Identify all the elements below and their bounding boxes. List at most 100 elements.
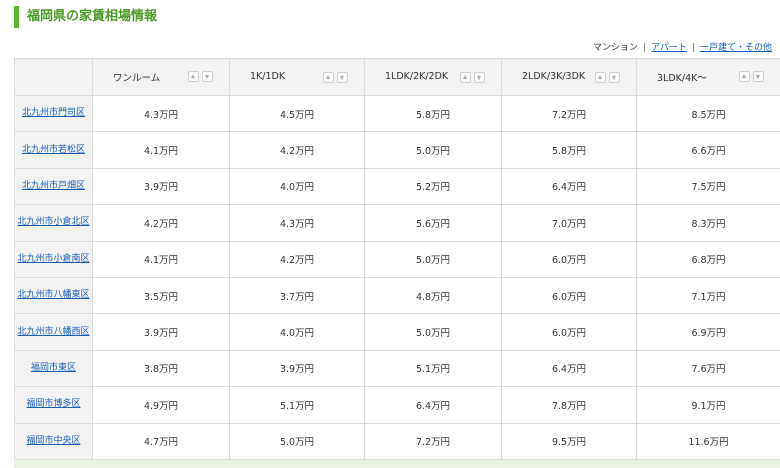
rent-value-cell: 6.4万円: [364, 386, 502, 424]
rent-value-cell: 4.1万円: [92, 131, 230, 169]
area-cell: 北九州市戸畑区: [14, 167, 93, 206]
table-row: 北九州市八幡西区 3.9万円 4.0万円 5.0万円 6.0万円 6.9万円: [14, 313, 780, 351]
rent-value-cell: 4.1万円: [92, 240, 230, 278]
area-link[interactable]: 北九州市戸畑区: [22, 181, 85, 191]
table-row: 福岡市博多区 4.9万円 5.1万円 6.4万円 7.8万円 9.1万円: [14, 386, 780, 424]
rent-value-cell: 4.2万円: [92, 204, 230, 242]
table-corner-cell: [14, 58, 93, 96]
rent-value-cell: 6.4万円: [501, 167, 637, 206]
area-link[interactable]: 北九州市小倉南区: [17, 254, 89, 264]
column-header-label: 1LDK/2K/2DK: [385, 71, 449, 82]
sort-controls: [592, 72, 620, 83]
sort-ascending-icon[interactable]: [460, 72, 471, 83]
rent-value-cell: 3.8万円: [92, 349, 230, 388]
rent-value-cell: 3.9万円: [92, 313, 230, 351]
rent-value-cell: 6.0万円: [501, 276, 637, 315]
rent-value-cell: 3.9万円: [229, 349, 365, 388]
rent-value-cell: 11.6万円: [636, 422, 780, 460]
area-cell: 北九州市若松区: [14, 131, 93, 169]
sort-controls: [457, 72, 485, 83]
rent-value-cell: 6.9万円: [636, 313, 780, 351]
rent-value-cell: 5.0万円: [364, 240, 502, 278]
rent-value-cell: 4.8万円: [364, 276, 502, 315]
rent-value-cell: 5.0万円: [364, 313, 502, 351]
sort-controls: [185, 71, 213, 82]
column-header-label: 1K/1DK: [250, 71, 286, 82]
rent-value-cell: 9.1万円: [636, 386, 780, 424]
rent-value-cell: 7.5万円: [636, 167, 780, 206]
column-header-label: 2LDK/3K/3DK: [522, 71, 586, 82]
table-row: 北九州市若松区 4.1万円 4.2万円 5.0万円 5.8万円 6.6万円: [14, 131, 780, 169]
area-cell: 北九州市門司区: [14, 94, 93, 133]
sort-ascending-icon[interactable]: [595, 72, 606, 83]
sort-ascending-icon[interactable]: [323, 72, 334, 83]
rent-value-cell: 9.5万円: [501, 422, 637, 460]
sort-descending-icon[interactable]: [202, 71, 213, 82]
rent-value-cell: 4.0万円: [229, 167, 365, 206]
rent-table: ワンルーム 1K/1DK 1LDK/2K/2DK 2LDK/3K/3DK 3LDK/4K…: [14, 58, 780, 460]
sort-descending-icon[interactable]: [474, 72, 485, 83]
sort-descending-icon[interactable]: [753, 71, 764, 82]
sort-ascending-icon[interactable]: [188, 71, 199, 82]
rent-value-cell: 3.9万円: [92, 167, 230, 206]
table-row: 北九州市小倉南区 4.1万円 4.2万円 5.0万円 6.0万円 6.8万円: [14, 240, 780, 278]
table-body: 北九州市門司区 4.3万円 4.5万円 5.8万円 7.2万円 8.5万円 北九州市若松区 4…: [14, 94, 780, 460]
rent-value-cell: 6.6万円: [636, 131, 780, 169]
column-header-label: ワンルーム: [113, 73, 161, 84]
area-link[interactable]: 福岡市中央区: [26, 436, 80, 446]
area-link[interactable]: 北九州市八幡西区: [17, 327, 89, 337]
rent-value-cell: 5.1万円: [229, 386, 365, 424]
rent-value-cell: 3.7万円: [229, 276, 365, 315]
type-house-other-link[interactable]: 一戸建て・その他: [700, 43, 772, 53]
rent-value-cell: 6.0万円: [501, 240, 637, 278]
nav-separator: |: [691, 43, 695, 53]
rent-value-cell: 7.2万円: [501, 94, 637, 133]
rent-value-cell: 7.6万円: [636, 349, 780, 388]
table-row: 北九州市門司区 4.3万円 4.5万円 5.8万円 7.2万円 8.5万円: [14, 94, 780, 133]
type-mansion-current: マンション: [593, 43, 639, 53]
area-cell: 北九州市小倉南区: [14, 240, 93, 278]
area-link[interactable]: 福岡市博多区: [26, 399, 80, 409]
column-header-label: 3LDK/4K〜: [657, 73, 707, 84]
column-header: 3LDK/4K〜: [636, 58, 780, 96]
rent-value-cell: 7.0万円: [501, 204, 637, 242]
rent-value-cell: 4.3万円: [229, 204, 365, 242]
sort-controls: [320, 72, 348, 83]
rent-value-cell: 6.8万円: [636, 240, 780, 278]
rent-value-cell: 4.9万円: [92, 386, 230, 424]
area-link[interactable]: 北九州市八幡東区: [17, 290, 89, 300]
area-cell: 福岡市博多区: [14, 386, 93, 424]
rent-value-cell: 3.5万円: [92, 276, 230, 315]
rent-value-cell: 5.0万円: [229, 422, 365, 460]
rent-value-cell: 6.0万円: [501, 313, 637, 351]
rent-value-cell: 4.7万円: [92, 422, 230, 460]
rent-value-cell: 7.1万円: [636, 276, 780, 315]
rent-value-cell: 5.8万円: [501, 131, 637, 169]
area-link[interactable]: 福岡市東区: [31, 363, 76, 373]
table-row: 福岡市中央区 4.7万円 5.0万円 7.2万円 9.5万円 11.6万円: [14, 422, 780, 460]
area-link[interactable]: 北九州市若松区: [22, 145, 85, 155]
column-header: 2LDK/3K/3DK: [501, 58, 637, 96]
table-row: 福岡市東区 3.8万円 3.9万円 5.1万円 6.4万円 7.6万円: [14, 349, 780, 388]
sort-ascending-icon[interactable]: [739, 71, 750, 82]
page-title: 福岡県の家賃相場情報: [14, 6, 157, 28]
sort-descending-icon[interactable]: [609, 72, 620, 83]
sort-controls: [736, 71, 764, 82]
rent-value-cell: 5.1万円: [364, 349, 502, 388]
table-footer-strip: [14, 460, 780, 468]
sort-descending-icon[interactable]: [337, 72, 348, 83]
table-header-row: ワンルーム 1K/1DK 1LDK/2K/2DK 2LDK/3K/3DK 3LDK/4K…: [14, 58, 780, 96]
column-header: ワンルーム: [92, 58, 230, 96]
rent-value-cell: 5.6万円: [364, 204, 502, 242]
rent-value-cell: 8.5万円: [636, 94, 780, 133]
column-header: 1K/1DK: [229, 58, 365, 96]
area-link[interactable]: 北九州市門司区: [22, 108, 85, 118]
table-row: 北九州市八幡東区 3.5万円 3.7万円 4.8万円 6.0万円 7.1万円: [14, 276, 780, 315]
rent-value-cell: 5.2万円: [364, 167, 502, 206]
area-cell: 北九州市八幡西区: [14, 313, 93, 351]
type-apartment-link[interactable]: アパート: [651, 43, 687, 53]
area-link[interactable]: 北九州市小倉北区: [17, 217, 89, 227]
rent-value-cell: 4.5万円: [229, 94, 365, 133]
rent-value-cell: 4.3万円: [92, 94, 230, 133]
area-cell: 福岡市東区: [14, 349, 93, 388]
